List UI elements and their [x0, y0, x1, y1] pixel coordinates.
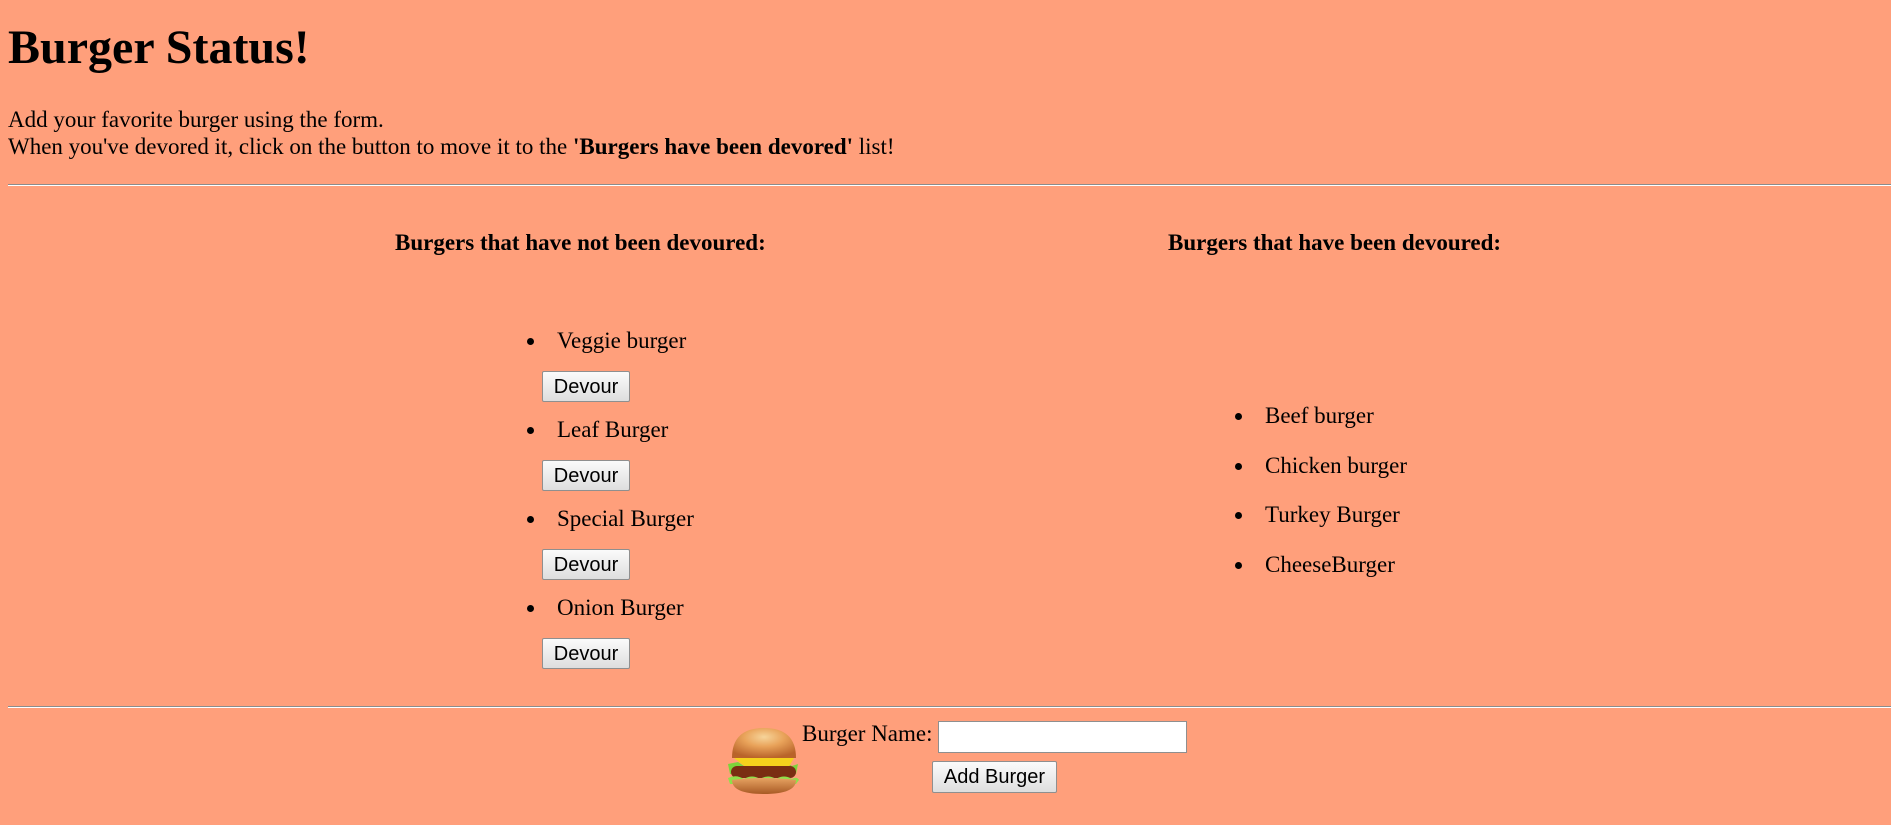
burger-icon [728, 728, 799, 794]
bottom-divider [8, 706, 1891, 708]
devour-button[interactable]: Devour [542, 549, 630, 580]
burger-name: Chicken burger [1265, 453, 1408, 478]
burger-name-label: Burger Name: [802, 721, 933, 746]
devour-button[interactable]: Devour [542, 371, 630, 402]
intro-line-2-emphasis: 'Burgers have been devored' [572, 134, 854, 159]
devour-button[interactable]: Devour [542, 460, 630, 491]
burger-name: Veggie burger [557, 328, 687, 353]
not-devoured-heading: Burgers that have not been devoured: [395, 230, 766, 255]
burger-name: Special Burger [557, 506, 694, 531]
burger-name: Onion Burger [557, 595, 684, 620]
burger-name: Leaf Burger [557, 417, 669, 442]
add-burger-button[interactable]: Add Burger [932, 761, 1057, 793]
burger-name: Beef burger [1265, 403, 1374, 428]
devour-button[interactable]: Devour [542, 638, 630, 669]
intro-line-1: Add your favorite burger using the form. [8, 107, 384, 132]
list-bullet [1235, 413, 1242, 420]
list-bullet [527, 605, 534, 612]
page-title: Burger Status! [8, 21, 310, 74]
list-bullet [527, 427, 534, 434]
burger-name: CheeseBurger [1265, 552, 1395, 577]
top-divider [8, 184, 1891, 186]
list-bullet [1235, 512, 1242, 519]
list-bullet [527, 338, 534, 345]
devoured-heading: Burgers that have been devoured: [1168, 230, 1502, 255]
list-bullet [527, 516, 534, 523]
intro-line-2-start: When you've devored it, click on the but… [8, 134, 573, 159]
intro-line-2-end: list! [853, 134, 895, 159]
list-bullet [1235, 463, 1242, 470]
burger-name: Turkey Burger [1265, 502, 1400, 527]
list-bullet [1235, 562, 1242, 569]
burger-name-input[interactable] [938, 721, 1187, 753]
intro-text: Add your favorite burger using the form.… [8, 106, 895, 160]
intro-line-2: When you've devored it, click on the but… [8, 133, 895, 160]
